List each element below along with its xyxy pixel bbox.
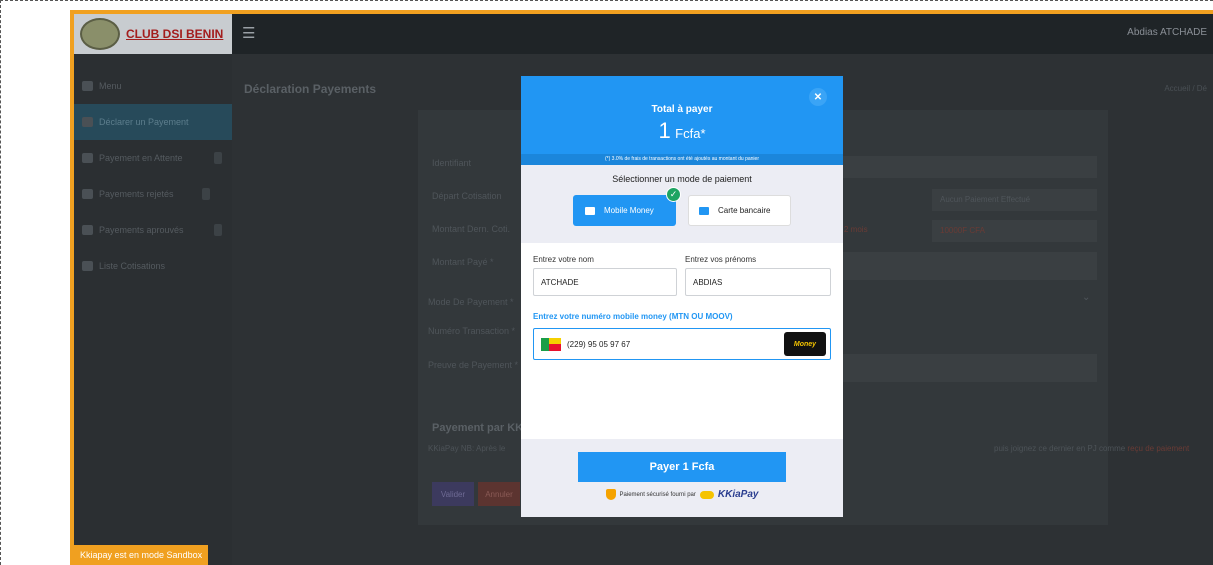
modal-footer: Payer 1 Fcfa Paiement sécurisé fourni pa… bbox=[521, 439, 843, 517]
card-label: Carte bancaire bbox=[718, 206, 771, 215]
identifiant-input[interactable] bbox=[842, 156, 1097, 178]
page-title: Déclaration Payements bbox=[244, 82, 377, 96]
credit-card-icon bbox=[699, 206, 709, 215]
check-icon bbox=[82, 225, 93, 235]
eye-slash-icon bbox=[82, 189, 93, 199]
brand[interactable]: CLUB DSI BENIN bbox=[74, 14, 232, 54]
sidebar-item-label: Déclarer un Payement bbox=[99, 117, 189, 127]
mobile-money-option[interactable]: Mobile Money bbox=[573, 195, 676, 226]
kkiapay-modal: Total à payer 1 Fcfa* ✕ (*) 3.0% de frai… bbox=[521, 76, 843, 517]
nom-input[interactable]: ATCHADE bbox=[533, 268, 677, 296]
annuler-button[interactable]: Annuler bbox=[478, 482, 520, 506]
phone-input[interactable]: (229) 95 05 97 67 Money bbox=[533, 328, 831, 360]
montant-paye-input[interactable] bbox=[842, 252, 1097, 280]
montant-value: 10000F CFA bbox=[932, 220, 1097, 242]
sidebar-item-label: Liste Cotisations bbox=[99, 261, 166, 271]
brand-name: CLUB DSI BENIN bbox=[126, 27, 224, 41]
kkia-note: KKiaPay NB: Après le bbox=[428, 444, 506, 453]
hamburger-menu-icon[interactable]: ☰ bbox=[242, 24, 255, 42]
kkia-section-title: Payement par KKia bbox=[432, 422, 533, 434]
sidebar-item-declarer[interactable]: Déclarer un Payement bbox=[74, 104, 232, 140]
count-badge bbox=[202, 188, 210, 200]
sidebar-item-approuves[interactable]: Payements aprouvés bbox=[74, 212, 232, 248]
count-badge bbox=[214, 224, 222, 236]
sidebar: Menu Déclarer un Payement Payement en At… bbox=[74, 54, 232, 565]
label-numero: Numéro Transaction * bbox=[428, 326, 516, 336]
sidebar-item-label: Payements aprouvés bbox=[99, 225, 184, 235]
list-icon bbox=[82, 261, 93, 271]
preuve-upload[interactable] bbox=[842, 354, 1097, 382]
phone-icon bbox=[585, 206, 595, 215]
sidebar-item-label: Menu bbox=[99, 81, 122, 91]
top-bar: CLUB DSI BENIN ☰ Abdias ATCHADE bbox=[74, 14, 1213, 54]
mobile-money-logo: Money bbox=[784, 332, 826, 356]
label-montant-dern: Montant Dern. Coti. bbox=[432, 224, 511, 234]
label-mode: Mode De Payement * bbox=[428, 297, 514, 307]
count-badge bbox=[214, 152, 222, 164]
payment-method-section: Sélectionner un mode de paiement Mobile … bbox=[521, 165, 843, 243]
sidebar-item-label: Payement en Attente bbox=[99, 153, 183, 163]
pay-button[interactable]: Payer 1 Fcfa bbox=[578, 452, 786, 482]
secure-note: Paiement sécurisé fourni par KKiaPay bbox=[521, 489, 843, 500]
sidebar-item-menu[interactable]: Menu bbox=[74, 68, 232, 104]
modal-header: Total à payer 1 Fcfa* ✕ bbox=[521, 76, 843, 154]
mobile-money-label: Mobile Money bbox=[604, 206, 654, 215]
benin-flag-icon bbox=[541, 337, 561, 351]
label-montant-paye: Montant Payé * bbox=[432, 257, 494, 267]
total-label: Total à payer bbox=[651, 104, 713, 115]
close-icon[interactable]: ✕ bbox=[809, 88, 827, 106]
grid-icon bbox=[82, 81, 93, 91]
total-amount: 1 Fcfa* bbox=[521, 118, 843, 144]
shield-icon bbox=[605, 489, 616, 500]
label-depart: Départ Cotisation bbox=[432, 191, 502, 201]
breadcrumb[interactable]: Accueil / Dé bbox=[1164, 84, 1207, 93]
club-logo bbox=[80, 18, 120, 50]
sandbox-banner: Kkiapay est en mode Sandbox bbox=[74, 545, 208, 565]
prenom-input[interactable]: ABDIAS bbox=[685, 268, 831, 296]
copy-icon bbox=[82, 153, 93, 163]
kkia-note-tail: puis joignez ce dernier en PJ comme reçu… bbox=[994, 444, 1189, 453]
amount-value: 1 bbox=[658, 118, 671, 143]
sidebar-item-rejetes[interactable]: Payements rejetés bbox=[74, 176, 232, 212]
payer-form: Entrez votre nom ATCHADE Entrez vos prén… bbox=[521, 243, 843, 439]
chevron-down-icon[interactable]: ⌄ bbox=[1082, 292, 1090, 303]
phone-value: (229) 95 05 97 67 bbox=[567, 339, 631, 349]
layers-icon bbox=[82, 117, 93, 127]
valider-button[interactable]: Valider bbox=[432, 482, 474, 506]
duration-text: 2 mois bbox=[844, 225, 868, 234]
amount-currency: Fcfa* bbox=[675, 126, 706, 141]
kkiapay-logo-icon bbox=[699, 490, 714, 499]
card-option[interactable]: Carte bancaire bbox=[688, 195, 791, 226]
payment-method-title: Sélectionner un mode de paiement bbox=[612, 174, 752, 184]
fees-note: (*) 3.0% de frais de transactions ont ét… bbox=[521, 154, 843, 165]
note-text: puis joignez ce dernier en PJ comme bbox=[994, 444, 1126, 453]
prenom-label: Entrez vos prénoms bbox=[685, 255, 757, 264]
kkiapay-brand: KKiaPay bbox=[717, 489, 759, 500]
secure-text: Paiement sécurisé fourni par bbox=[619, 491, 696, 498]
label-preuve: Preuve de Payement * bbox=[428, 360, 519, 370]
nom-label: Entrez votre nom bbox=[533, 255, 594, 264]
sidebar-item-attente[interactable]: Payement en Attente bbox=[74, 140, 232, 176]
selected-check-icon: ✓ bbox=[666, 187, 681, 202]
sidebar-item-cotisations[interactable]: Liste Cotisations bbox=[74, 248, 232, 284]
user-name[interactable]: Abdias ATCHADE bbox=[1127, 27, 1207, 38]
receipt-link[interactable]: reçu de paiement bbox=[1127, 444, 1189, 453]
label-identifiant: Identifiant bbox=[432, 158, 472, 168]
mobile-number-label: Entrez votre numéro mobile money (MTN OU… bbox=[533, 312, 733, 321]
depart-value: Aucun Paiement Effectué bbox=[932, 189, 1097, 211]
sidebar-item-label: Payements rejetés bbox=[99, 189, 174, 199]
